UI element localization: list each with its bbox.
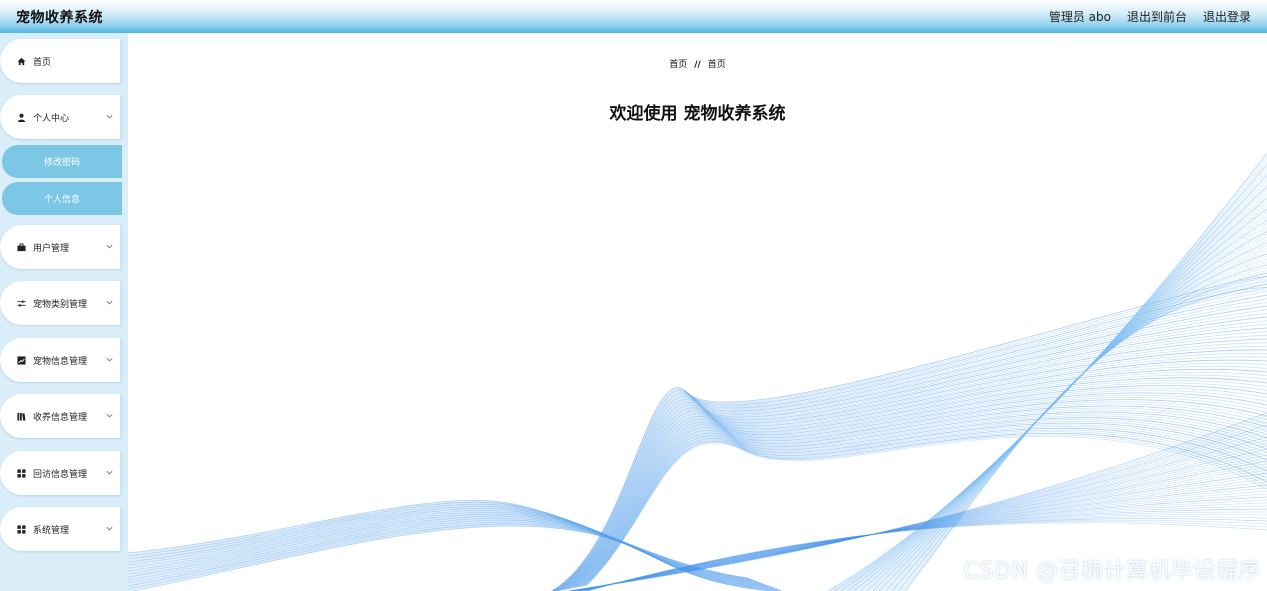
breadcrumb-current: 首页: [707, 60, 726, 70]
sidebar-item-label: 用户管理: [33, 243, 70, 254]
main-content: 首页 // 首页 欢迎使用 宠物收养系统: [128, 33, 1267, 591]
grid-icon: [16, 468, 26, 478]
chevron-down-icon: [106, 114, 113, 119]
chevron-down-icon: [106, 357, 113, 362]
back-to-front-link[interactable]: 退出到前台: [1127, 8, 1187, 25]
sidebar-item-label: 宠物类别管理: [33, 299, 88, 310]
chevron-down-icon: [106, 470, 113, 475]
submenu-item-change-password[interactable]: 修改密码: [2, 145, 122, 178]
breadcrumb-separator: //: [694, 60, 701, 70]
home-icon: [16, 56, 26, 66]
submenu-item-personal-info[interactable]: 个人信息: [2, 182, 122, 215]
grid-icon: [16, 524, 26, 534]
chevron-down-icon: [106, 244, 113, 249]
sidebar-item-label: 回访信息管理: [33, 469, 88, 480]
wave-line: [128, 524, 777, 591]
sidebar-item-home[interactable]: 首页: [0, 39, 122, 83]
chart-icon: [16, 355, 26, 365]
sidebar-item-label: 个人中心: [33, 113, 70, 124]
sidebar-item-label: 收养信息管理: [33, 412, 88, 423]
sidebar-item-label: 宠物信息管理: [33, 356, 88, 367]
breadcrumb-home-link[interactable]: 首页: [669, 60, 687, 70]
sliders-icon: [16, 298, 26, 308]
sidebar-item-label: 首页: [33, 57, 52, 68]
wave-line: [891, 264, 1267, 591]
user-icon: [16, 112, 26, 122]
sidebar-item-personal-center[interactable]: 个人中心: [0, 95, 122, 139]
logout-link[interactable]: 退出登录: [1203, 8, 1251, 25]
briefcase-icon: [16, 242, 26, 252]
books-icon: [16, 411, 26, 421]
sidebar-item-label: 系统管理: [33, 525, 70, 536]
top-right-links: 管理员 abo 退出到前台 退出登录: [1049, 8, 1251, 25]
wave-line: [834, 163, 1267, 591]
sidebar-item-system-management[interactable]: 系统管理: [0, 507, 122, 551]
top-bar: 宠物收养系统 管理员 abo 退出到前台 退出登录: [0, 0, 1267, 33]
chevron-down-icon: [106, 413, 113, 418]
welcome-title: 欢迎使用 宠物收养系统: [609, 104, 786, 124]
sidebar-item-adoption-info-management[interactable]: 收养信息管理: [0, 394, 122, 438]
watermark: CSDN @召楠计算机毕设程序: [963, 559, 1261, 584]
sidebar-item-pet-category-management[interactable]: 宠物类别管理: [0, 281, 122, 325]
sidebar-item-user-management[interactable]: 用户管理: [0, 225, 122, 269]
breadcrumb: 首页 // 首页: [128, 57, 1267, 70]
sidebar: 首页 个人中心 修改密码 个人信息 用户管理 宠物类别管理 宠物信息管理 收养信…: [0, 33, 128, 591]
sidebar-item-pet-info-management[interactable]: 宠物信息管理: [0, 338, 122, 382]
sidebar-item-follow-up-management[interactable]: 回访信息管理: [0, 451, 122, 495]
chevron-down-icon: [106, 526, 113, 531]
chevron-down-icon: [106, 300, 113, 305]
app-title: 宠物收养系统: [16, 9, 103, 26]
current-user-label: 管理员 abo: [1048, 10, 1111, 24]
